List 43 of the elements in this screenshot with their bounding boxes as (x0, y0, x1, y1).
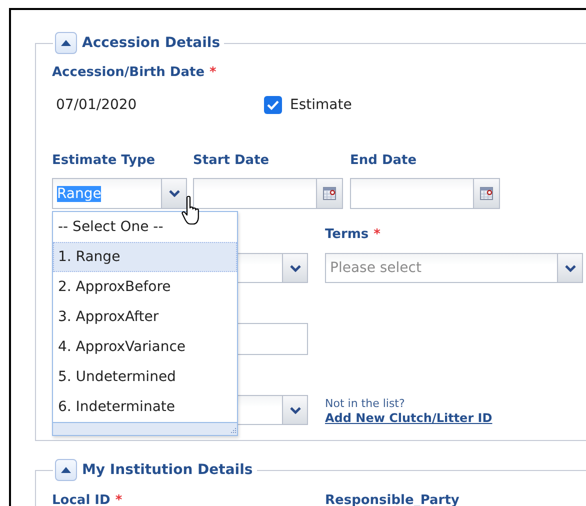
check-icon (267, 100, 279, 110)
chevron-down-icon (564, 264, 576, 272)
field-label: End Date (350, 152, 417, 168)
collapse-icon (61, 40, 71, 46)
calendar-icon (480, 187, 493, 200)
chevron-down-icon (290, 264, 300, 272)
field-label: Local ID (52, 492, 110, 506)
dropdown-option[interactable]: 4. ApproxVariance (53, 332, 237, 362)
dropdown-button[interactable] (282, 254, 307, 282)
dropdown-option[interactable]: 1. Range (53, 242, 237, 272)
date-value: 07/01/2020 (56, 97, 138, 113)
required-mark: * (374, 226, 380, 242)
calendar-button[interactable] (316, 179, 342, 208)
field-label: Estimate Type (52, 152, 156, 168)
field-label: Terms (325, 226, 369, 242)
chevron-down-icon (290, 406, 300, 414)
chevron-down-icon (168, 190, 180, 197)
dropdown-option[interactable]: 6. Indeterminate (53, 392, 237, 422)
field-label: Start Date (193, 152, 270, 168)
estimate-checkbox[interactable] (264, 96, 282, 114)
collapse-button[interactable] (55, 32, 77, 54)
calendar-button[interactable] (473, 179, 499, 208)
checkbox-label: Estimate (290, 97, 352, 113)
field-label: Accession/Birth Date (52, 64, 205, 80)
required-mark: * (210, 64, 216, 80)
hint-text: Not in the list? (325, 397, 406, 410)
section-title: Accession Details (82, 35, 220, 51)
calendar-icon (323, 187, 336, 200)
collapse-icon (61, 467, 71, 473)
dropdown-option[interactable]: -- Select One -- (53, 212, 237, 242)
add-clutch-link[interactable]: Add New Clutch/Litter ID (325, 411, 492, 425)
required-mark: * (115, 492, 122, 506)
section-title: My Institution Details (82, 462, 253, 478)
collapse-button[interactable] (55, 459, 77, 481)
dropdown-option[interactable]: 5. Undetermined (53, 362, 237, 392)
dropdown-option[interactable]: 2. ApproxBefore (53, 272, 237, 302)
resize-grip-icon[interactable] (229, 427, 237, 435)
dropdown-button[interactable] (161, 179, 186, 208)
date-field[interactable] (350, 178, 500, 209)
date-field[interactable] (193, 178, 343, 209)
dropdown-button[interactable] (557, 254, 582, 282)
dropdown-button[interactable] (282, 396, 307, 424)
dropdown-option[interactable]: 3. ApproxAfter (53, 302, 237, 332)
